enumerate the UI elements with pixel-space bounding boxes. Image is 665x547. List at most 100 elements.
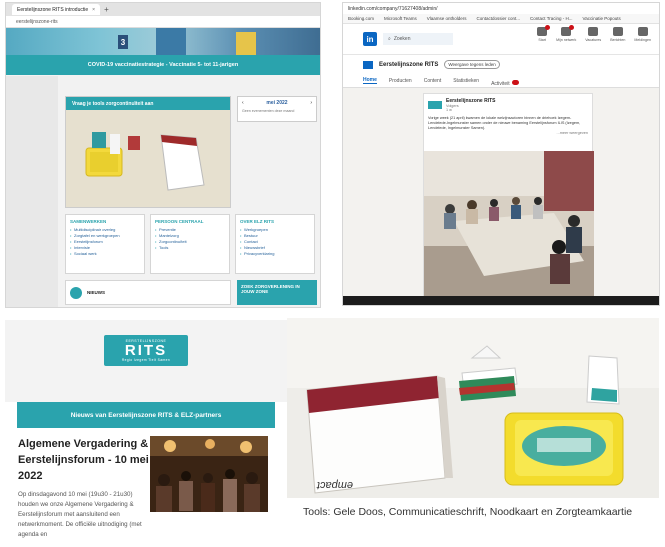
search-icon: ⌕ xyxy=(388,36,391,42)
browser-tabstrip: Eerstelijnszone RITS introductie × + xyxy=(6,3,320,16)
card-title: PERSOON CENTRAAL xyxy=(155,219,204,224)
newsletter-bar: Nieuws van Eerstelijnszone RITS & ELZ-pa… xyxy=(17,402,275,428)
nav-start[interactable]: Start xyxy=(537,25,551,42)
taskbar xyxy=(343,296,659,305)
banner-text: COVID-19 vaccinatiestrategie - Vaccinati… xyxy=(87,62,239,68)
linkedin-logo[interactable]: in xyxy=(363,32,377,46)
tools-photo-illustration: empact xyxy=(287,318,659,498)
hero-image: 3 xyxy=(6,28,320,55)
newsletter-bar-text: Nieuws van Eerstelijnszone RITS & ELZ-pa… xyxy=(70,411,222,419)
calendar-month: mei 2022 xyxy=(266,100,288,106)
notification-badge xyxy=(511,79,519,85)
calendar-next-button[interactable]: › xyxy=(310,100,312,106)
nav-notifications[interactable]: Meldingen xyxy=(634,27,651,42)
noodkaart xyxy=(586,355,620,405)
post-text: Vorige week (21 april) kwamen de lokale … xyxy=(428,116,581,130)
search-placeholder: Zoeken xyxy=(393,36,411,42)
bookmark[interactable]: Microsoft Teams xyxy=(384,16,417,21)
calendar-widget: ‹ mei 2022 › Geen evenementen deze maand xyxy=(237,96,317,122)
bookmark[interactable]: Vaccinatie Popouts xyxy=(583,16,621,21)
close-icon[interactable]: × xyxy=(92,7,95,13)
card-link[interactable]: Sociaal werk xyxy=(70,251,140,257)
calendar-prev-button[interactable]: ‹ xyxy=(242,100,244,106)
bookmark[interactable]: Contactdossier cont... xyxy=(476,16,520,21)
see-more-link[interactable]: ...meer weergeven xyxy=(424,131,592,135)
url-text: eerstelijnszone-rits xyxy=(16,18,58,25)
page-tabs: Home Producten Content Statistieken Acti… xyxy=(343,74,659,88)
photo-caption: Tools: Gele Doos, Communicatieschrift, N… xyxy=(303,506,633,518)
news-section[interactable]: NIEUWS xyxy=(65,280,231,305)
card-title: SAMENWERKEN xyxy=(70,219,107,224)
page-name: Eerstelijnszone RITS xyxy=(379,61,439,68)
bookmark[interactable]: Contact Tracing - H... xyxy=(530,16,573,21)
article-title[interactable]: Algemene Vergadering & Eerstelijnsforum … xyxy=(18,436,158,484)
book-brand: empact xyxy=(316,479,353,491)
card-samenwerken: SAMENWERKEN Multidisciplinair overleg Zo… xyxy=(65,214,145,274)
news-icon xyxy=(70,286,82,299)
nav-label: Berichten xyxy=(610,38,626,42)
rits-logo: EERSTELIJNSZONE RITS Regio Izegem Tielt … xyxy=(104,334,188,366)
address-bar[interactable]: linkedin.com/company/71627408/admin/ xyxy=(343,3,659,14)
tab-content[interactable]: Content xyxy=(424,78,442,84)
left-margin xyxy=(6,76,58,307)
post-header: Eerstelijnszone RITS Volgers 1 w xyxy=(424,94,592,116)
search-input[interactable]: ⌕ Zoeken xyxy=(383,33,453,45)
linkedin-header: in ⌕ Zoeken Start Mijn netwerk Vacatures… xyxy=(343,24,659,54)
briefcase-icon xyxy=(588,27,599,36)
tab-home[interactable]: Home xyxy=(363,77,377,84)
tab-producten[interactable]: Producten xyxy=(389,78,412,84)
card-link[interactable]: Tools xyxy=(155,245,225,251)
card-over-elz: OVER ELZ RITS Werkgroepen Bestuur Contac… xyxy=(235,214,315,274)
linkedin-post: Eerstelijnszone RITS Volgers 1 w Vorige … xyxy=(423,93,594,300)
article-body: Op dinsdagavond 10 mei (19u30 - 21u30) h… xyxy=(18,491,142,538)
bookmark[interactable]: Vlaamse ontholders xyxy=(427,16,467,21)
communicatieschrift: empact xyxy=(306,375,453,494)
news-label: NIEUWS xyxy=(87,290,105,295)
nav-label: Mijn netwerk xyxy=(556,38,577,42)
bookmarks-bar: Booking.com Microsoft Teams Vlaamse onth… xyxy=(343,14,659,24)
avatar[interactable] xyxy=(428,101,442,109)
tools-photo-large: empact xyxy=(287,318,659,498)
nav-messages[interactable]: Berichten xyxy=(610,27,625,42)
ask-tools-title: Vraag je tools zorgcontinuïteit aan xyxy=(66,97,230,110)
nav-network[interactable]: Mijn netwerk xyxy=(556,25,577,42)
ask-tools-panel[interactable]: Vraag je tools zorgcontinuïteit aan xyxy=(65,96,231,208)
tab-statistieken[interactable]: Statistieken xyxy=(453,78,479,84)
category-cards: SAMENWERKEN Multidisciplinair overleg Zo… xyxy=(65,214,315,274)
nav-label: Meldingen xyxy=(634,38,651,42)
gele-doos xyxy=(504,412,624,486)
bell-icon xyxy=(637,27,648,36)
zoek-label: ZOEK ZORGVERLENING IN JOUW ZONE xyxy=(241,284,300,294)
address-bar[interactable]: eerstelijnszone-rits xyxy=(6,16,320,28)
browser-tab[interactable]: Eerstelijnszone RITS introductie × xyxy=(12,4,101,15)
card-persoon-centraal: PERSOON CENTRAAL Preventie Mantelzorg Zo… xyxy=(150,214,230,274)
zoek-zorgverlening-button[interactable]: ZOEK ZORGVERLENING IN JOUW ZONE xyxy=(237,280,317,305)
logo-text: RITS xyxy=(124,341,168,359)
covid-banner[interactable]: COVID-19 vaccinatiestrategie - Vaccinati… xyxy=(6,55,320,75)
url-text: linkedin.com/company/71627408/admin/ xyxy=(348,5,438,12)
nav-label: Vacatures xyxy=(585,38,602,42)
home-icon xyxy=(537,25,551,36)
newsletter-header: EERSTELIJNSZONE RITS Regio Izegem Tielt … xyxy=(5,320,287,380)
tab-title: Eerstelijnszone RITS introductie xyxy=(17,6,89,13)
page-logo xyxy=(363,60,373,69)
linkedin-nav: Start Mijn netwerk Vacatures Berichten M… xyxy=(537,25,651,42)
newsletter-screenshot: EERSTELIJNSZONE RITS Regio Izegem Tielt … xyxy=(5,320,287,547)
news-row: NIEUWS ZOEK ZORGVERLENING IN JOUW ZONE xyxy=(65,280,317,305)
new-tab-button[interactable]: + xyxy=(104,5,109,14)
post-time: 1 w xyxy=(446,108,452,112)
message-icon xyxy=(612,27,623,36)
card-link[interactable]: Privacyverklaring xyxy=(240,251,310,257)
view-as-member-button[interactable]: Weergave tegens leden xyxy=(444,60,500,69)
linkedin-screenshot: linkedin.com/company/71627408/admin/ Boo… xyxy=(342,2,660,306)
nav-jobs[interactable]: Vacatures xyxy=(585,27,601,42)
tab-activiteit-wrap[interactable]: Activiteit xyxy=(491,72,519,90)
tools-photo xyxy=(66,110,230,207)
bookmark[interactable]: Booking.com xyxy=(348,16,374,21)
calendar-note: Geen evenementen deze maand xyxy=(242,109,295,113)
network-icon xyxy=(561,25,575,36)
tab-activiteit: Activiteit xyxy=(491,80,510,87)
meeting-photo[interactable] xyxy=(424,151,594,300)
logo-subtitle: Regio Izegem Tielt Samen xyxy=(121,357,171,362)
card-title: OVER ELZ RITS xyxy=(240,219,275,224)
